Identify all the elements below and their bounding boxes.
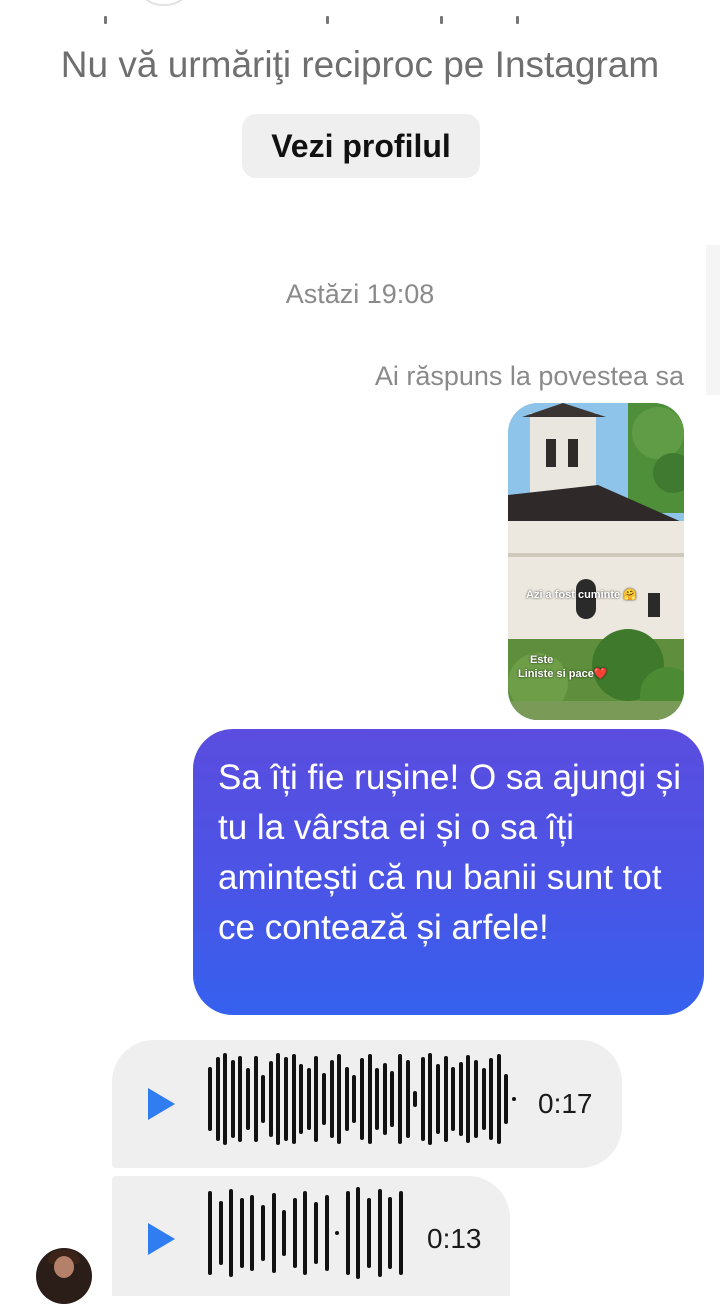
waveform-bar [253,1056,258,1142]
voice-message[interactable]: 0:13 [112,1176,510,1296]
waveform-bar [481,1068,486,1130]
waveform-bar [489,1058,494,1140]
waveform-bar [377,1189,382,1277]
waveform-bar [436,1064,440,1134]
waveform-bar [451,1067,456,1131]
waveform-bar [223,1053,228,1145]
waveform-bar [443,1056,448,1142]
waveform-bar [250,1195,255,1271]
waveform-bar [405,1060,410,1138]
waveform-bar [276,1053,281,1145]
waveform-bar [428,1053,433,1145]
waveform-bar [314,1202,318,1264]
waveform-bar [474,1060,478,1138]
waveform-bar [375,1068,380,1130]
profile-header-fragment [0,0,720,28]
waveform-bar [398,1191,403,1275]
voice-duration: 0:17 [538,1088,593,1119]
view-profile-button[interactable]: Vezi profilul [242,114,480,178]
waveform-bar [322,1073,326,1125]
sent-message-bubble[interactable]: Sa îți fie rușine! O sa ajungi și tu la … [193,729,704,1015]
play-icon[interactable] [148,1088,175,1120]
story-caption: Liniste si pace❤️ [518,668,608,680]
waveform-bar [291,1054,296,1144]
waveform-bar [208,1067,212,1131]
waveform-bar [229,1189,234,1277]
waveform-bar [496,1054,501,1144]
waveform-bar [282,1210,287,1256]
play-icon[interactable] [148,1223,175,1255]
waveform-bar [208,1191,212,1275]
voice-duration: 0:13 [427,1223,482,1254]
waveform-bar [367,1198,371,1268]
waveform-bar [218,1201,223,1265]
waveform-bar [356,1187,361,1279]
waveform-bar [388,1197,393,1269]
waveform-bar [345,1191,350,1275]
profile-avatar-edge [136,0,192,6]
waveform-bar [344,1067,349,1131]
waveform-bar [271,1193,276,1273]
waveform-bar [398,1054,402,1144]
waveform-bar [390,1071,395,1127]
waveform-bar [299,1064,304,1134]
story-reply-label: Ai răspuns la povestea sa [374,361,684,391]
voice-message[interactable]: 0:17 [112,1040,622,1168]
waveform-bar [420,1057,425,1141]
waveform-bar [504,1074,509,1124]
waveform-bar [261,1205,265,1261]
waveform-bar [324,1195,329,1271]
story-caption: Este [530,654,554,666]
sender-avatar[interactable] [36,1248,92,1304]
waveform-bar [352,1075,357,1123]
waveform-bar [246,1068,250,1130]
mutual-follow-status: Nu vă urmăriţi reciproc pe Instagram [60,44,660,85]
waveform-bar [329,1060,334,1138]
scroll-edge [706,245,720,395]
waveform-bar [337,1054,342,1144]
waveform-bar [458,1062,463,1136]
waveform-bar [466,1055,471,1143]
waveform-bar [360,1058,364,1140]
waveform-bar [335,1231,340,1235]
waveform-bar [261,1075,266,1123]
waveform-bar [284,1057,288,1141]
message-timestamp: Astăzi 19:08 [285,279,435,309]
waveform-bar [238,1056,243,1142]
waveform-bar [382,1063,387,1135]
story-caption: Azi a fost cuminte 🤗 [526,589,637,601]
waveform-bar [314,1056,319,1142]
waveform-bar [239,1198,244,1268]
waveform-bar [303,1191,308,1275]
waveform-bar [306,1068,311,1130]
waveform-bar [367,1054,372,1144]
sent-message-text: Sa îți fie rușine! O sa ajungi și tu la … [218,758,681,947]
story-preview[interactable]: Azi a fost cuminte 🤗 Este Liniste si pac… [508,403,684,720]
waveform-bar [215,1057,220,1141]
waveform-bar [512,1097,516,1101]
waveform-bar [230,1060,235,1138]
waveform-bar [413,1091,418,1107]
waveform-bar [292,1198,297,1268]
waveform-bar [268,1061,273,1137]
